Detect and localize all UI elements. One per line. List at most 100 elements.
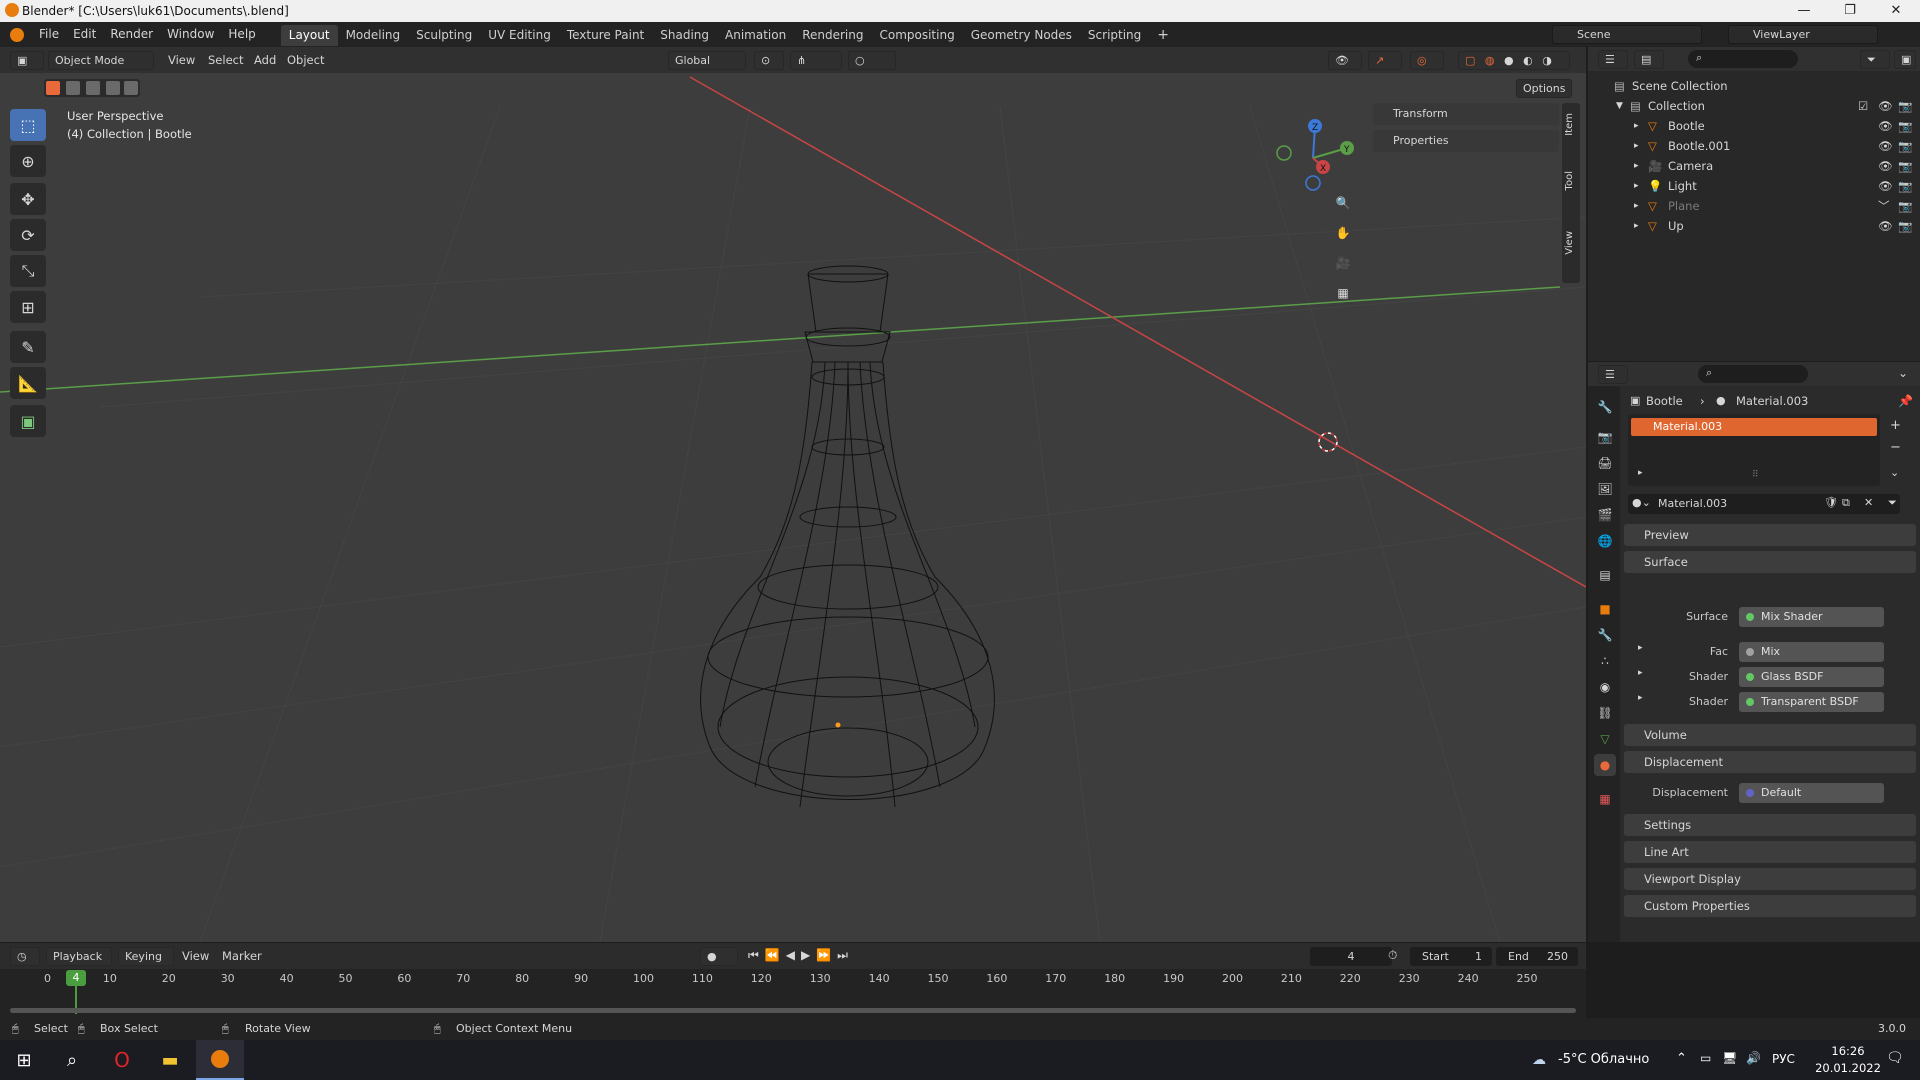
weather-text[interactable]: -5°C Облачно [1558,1052,1649,1067]
tab-layout[interactable]: Layout [280,25,338,46]
wireframe-shading-icon[interactable]: ◍ [1485,54,1495,67]
scale-tool[interactable]: ⤡ [10,255,46,287]
add-cube-tool[interactable]: ▣ [10,405,46,437]
material-name-field[interactable]: Material.003 [1658,497,1727,510]
keying-menu[interactable]: Keying [118,947,174,966]
annotate-tool[interactable]: ✎ [10,331,46,363]
auto-keying-icon[interactable]: ● [700,947,738,966]
options-button[interactable]: Options [1516,79,1573,98]
expand-arrow-icon[interactable]: ▸ [1634,156,1639,176]
slot-specials-icon[interactable]: ⌄ [1890,466,1899,479]
tab-scripting[interactable]: Scripting [1080,25,1149,46]
new-collection-icon[interactable]: ▣ [1894,50,1916,69]
section-line-art[interactable]: Line Art [1624,841,1916,863]
outliner-item[interactable]: ▸ ▽ Bootle.001 👁 📷 [1588,136,1920,156]
properties-search-input[interactable] [1698,365,1808,383]
visibility-eye-icon[interactable]: 👁 [1878,156,1893,176]
rendered-shading-icon[interactable]: ◑ [1542,54,1552,67]
visibility-eye-icon[interactable]: ﹀ [1878,196,1890,216]
tab-animation[interactable]: Animation [717,25,794,46]
duplicate-material-icon[interactable]: ⧉ [1842,496,1850,510]
blender-taskbar-icon[interactable] [196,1040,244,1080]
material-slot-item[interactable]: Material.003 [1631,418,1877,436]
tab-rendering[interactable]: Rendering [794,25,871,46]
tab-uv-editing[interactable]: UV Editing [480,25,559,46]
chevron-down-icon[interactable]: ⌄ [1898,366,1908,380]
add-workspace-button[interactable]: + [1149,25,1177,46]
expand-arrow-icon[interactable]: ▸ [1638,468,1643,478]
unlink-material-icon[interactable]: ✕ [1864,496,1873,509]
bottle-wireframe[interactable] [700,265,995,808]
visibility-eye-icon[interactable]: 👁 [1878,136,1893,156]
sidebar-tab-item[interactable]: Item [1564,113,1575,136]
menu-view[interactable]: View [168,53,195,67]
notifications-icon[interactable]: 🗨 [1886,1050,1904,1066]
visibility-eye-icon[interactable]: 👁 [1878,216,1893,236]
search-icon[interactable]: ⌕ [48,1040,96,1080]
section-displacement[interactable]: Displacement [1624,751,1916,773]
scene-tab-icon[interactable]: 🎬 [1594,504,1616,526]
file-explorer-icon[interactable]: ▬ [146,1040,194,1080]
menu-edit[interactable]: Edit [66,22,103,47]
camera-view-icon[interactable]: 🎥 [1330,250,1356,276]
selection-mode-buttons[interactable] [44,79,140,97]
expand-arrow-icon[interactable]: ▸ [1634,136,1639,156]
transform-panel[interactable]: Transform [1373,103,1559,125]
collection-checkbox-icon[interactable]: ☑ [1858,96,1868,116]
fac-field[interactable]: Mix [1739,642,1884,662]
display-mode-icon[interactable]: ▤ [1634,50,1664,69]
remove-slot-icon[interactable]: − [1890,440,1901,455]
fake-user-icon[interactable]: 🛡 [1824,496,1838,509]
outliner-editor-type-icon[interactable]: ☰ [1598,50,1628,69]
select-box-tool[interactable]: ⬚ [10,109,46,141]
select-extend-icon[interactable] [66,81,80,95]
outliner-search-input[interactable] [1688,50,1798,68]
expand-arrow-icon[interactable]: ▸ [1634,116,1639,136]
render-camera-icon[interactable]: 📷 [1898,96,1912,116]
outliner-item[interactable]: ▸ ▽ Bootle 👁 📷 [1588,116,1920,136]
object-mode-dropdown[interactable]: Object Mode [48,51,154,70]
timeline-editor-type-icon[interactable]: ◷ [10,947,40,966]
preview-range-icon[interactable]: ⏱ [1388,948,1397,963]
menu-help[interactable]: Help [221,22,262,47]
menu-file[interactable]: File [32,22,66,47]
outliner-item[interactable]: ▸ 🎥 Camera 👁 📷 [1588,156,1920,176]
zoom-icon[interactable]: 🔍 [1330,190,1356,216]
collection-row[interactable]: ▼ ▤ Collection ☑ 👁 📷 [1588,96,1920,116]
language-indicator[interactable]: РУС [1772,1052,1795,1066]
ortho-grid-icon[interactable]: ▦ [1330,280,1356,306]
transform-orientation-dropdown[interactable]: Global [668,51,746,70]
pivot-point-icon[interactable]: ⊙ [754,51,784,70]
sidebar-tab-view[interactable]: View [1564,231,1575,255]
opera-icon[interactable]: O [98,1040,146,1080]
pan-hand-icon[interactable]: ✋ [1330,220,1356,246]
current-frame-field[interactable]: 4 [1310,947,1392,966]
outliner-item[interactable]: ▸ ▽ Up 👁 📷 [1588,216,1920,236]
displacement-field[interactable]: Default [1739,783,1884,803]
end-frame-field[interactable]: End 250 [1496,947,1578,966]
section-settings[interactable]: Settings [1624,814,1916,836]
menu-add[interactable]: Add [254,53,276,67]
scene-selector[interactable]: Scene [1552,25,1702,44]
view-layer-tab-icon[interactable]: 🖼 [1594,478,1616,500]
maximize-button[interactable]: ❐ [1827,0,1873,22]
tab-compositing[interactable]: Compositing [871,25,962,46]
measure-tool[interactable]: 📐 [10,367,46,399]
timeline-view-menu[interactable]: View [182,949,209,963]
scene-collection-row[interactable]: ▤ Scene Collection [1588,76,1920,96]
collapse-arrow-icon[interactable]: ▼ [1616,96,1623,116]
select-subtract-icon[interactable] [86,81,100,95]
expand-arrow-icon[interactable]: ▸ [1634,196,1639,216]
sidebar-tab-tool[interactable]: Tool [1564,171,1575,190]
tray-battery-icon[interactable]: ▭ [1700,1051,1711,1065]
outliner-item[interactable]: ▸ ▽ Plane ﹀ 📷 [1588,196,1920,216]
tray-network-icon[interactable]: 🖥 [1722,1051,1737,1065]
material-sphere-icon[interactable]: ●⌄ [1632,496,1651,509]
shader2-field[interactable]: Transparent BSDF [1739,692,1884,712]
menu-select[interactable]: Select [208,53,243,67]
section-preview[interactable]: Preview [1624,524,1916,546]
properties-editor-type-icon[interactable]: ☰ [1598,365,1628,384]
playhead[interactable]: 4 [66,970,86,986]
expand-arrow-icon[interactable]: ▸ [1634,216,1639,236]
material-shading-icon[interactable]: ◐ [1523,54,1533,67]
